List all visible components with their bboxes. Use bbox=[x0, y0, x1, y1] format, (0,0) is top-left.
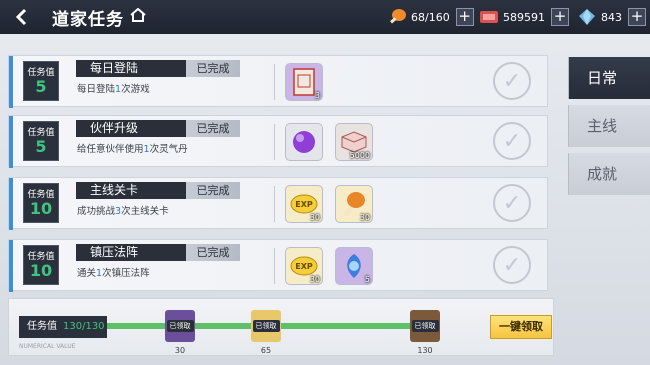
reward-count: 5 bbox=[364, 275, 370, 284]
reward-slot[interactable]: 5000 bbox=[335, 123, 373, 161]
purple-orb-icon bbox=[293, 131, 315, 153]
page-title: 道家任务 bbox=[52, 9, 124, 30]
task-description: 成功挑战3次主线关卡 bbox=[77, 206, 169, 217]
drumstick-icon bbox=[386, 6, 408, 28]
task-row: 任务值 10 镇压法阵 已完成 通关1次镇压法阵 EXP 30 5 ✓ bbox=[8, 239, 548, 292]
svg-text:EXP: EXP bbox=[295, 200, 313, 209]
task-name: 镇压法阵 bbox=[76, 244, 186, 261]
task-value-number: 10 bbox=[29, 199, 53, 218]
milestone-tag: 已领取 bbox=[252, 320, 280, 332]
progress-panel: 任务值 130/130 NUMERICAL VALUE 已领取 30 已领取 65… bbox=[8, 298, 554, 356]
milestone-tag: 已领取 bbox=[411, 320, 439, 332]
milestone-chest[interactable]: 已领取 bbox=[410, 310, 440, 342]
chevron-left-icon bbox=[15, 8, 27, 26]
reward-count: 30 bbox=[309, 213, 320, 222]
milestone-tag: 已领取 bbox=[166, 320, 194, 332]
task-status: 已完成 bbox=[186, 182, 240, 199]
tab-daily[interactable]: 日常 bbox=[568, 57, 650, 99]
completed-check-icon: ✓ bbox=[493, 62, 531, 100]
stamina-resource: 68/160 + bbox=[386, 5, 474, 29]
reward-slot[interactable]: 5 bbox=[335, 247, 373, 285]
reward-count: 30 bbox=[359, 213, 370, 222]
task-status: 已完成 bbox=[186, 60, 240, 77]
home-icon[interactable] bbox=[130, 7, 146, 26]
divider bbox=[274, 248, 275, 284]
top-bar: 道家任务 68/160 + 589591 + 843 + bbox=[0, 0, 650, 34]
task-value-badge: 任务值 5 bbox=[23, 61, 59, 101]
task-accent bbox=[9, 240, 13, 292]
completed-check-icon: ✓ bbox=[493, 122, 531, 160]
reward-slot[interactable]: EXP 30 bbox=[285, 247, 323, 285]
reward-slot[interactable]: 3 bbox=[285, 63, 323, 101]
task-value-number: 10 bbox=[29, 261, 53, 280]
task-row: 任务值 5 伙伴升级 已完成 给任意伙伴使用1次灵气丹 5000 ✓ bbox=[8, 115, 548, 168]
task-description: 每日登陆1次游戏 bbox=[77, 84, 150, 95]
milestone-chest[interactable]: 已领取 bbox=[251, 310, 281, 342]
add-currency-button[interactable]: + bbox=[551, 8, 569, 26]
task-status: 已完成 bbox=[186, 244, 240, 261]
reward-count: 5000 bbox=[349, 151, 370, 160]
completed-check-icon: ✓ bbox=[493, 184, 531, 222]
red-envelope-icon bbox=[478, 6, 500, 28]
task-value-badge: 任务值 5 bbox=[23, 121, 59, 161]
crystal-resource: 843 + bbox=[576, 5, 646, 29]
milestone-number: 130 bbox=[417, 346, 433, 355]
crystal-icon bbox=[576, 6, 598, 28]
tab-achievement[interactable]: 成就 bbox=[568, 153, 650, 195]
reward-slot[interactable]: EXP 30 bbox=[285, 185, 323, 223]
progress-label: 任务值 130/130 bbox=[19, 316, 107, 338]
task-row: 任务值 5 每日登陆 已完成 每日登陆1次游戏 3 ✓ bbox=[8, 55, 548, 108]
reward-count: 3 bbox=[314, 91, 320, 100]
currency-value: 589591 bbox=[503, 10, 545, 24]
milestone-chest[interactable]: 已领取 bbox=[165, 310, 195, 342]
reward-count: 30 bbox=[309, 275, 320, 284]
task-value-badge: 任务值 10 bbox=[23, 183, 59, 223]
add-stamina-button[interactable]: + bbox=[455, 8, 474, 26]
task-name: 主线关卡 bbox=[76, 182, 186, 199]
task-value-number: 5 bbox=[35, 137, 47, 156]
add-crystal-button[interactable]: + bbox=[628, 8, 646, 26]
task-accent bbox=[9, 178, 13, 230]
task-name: 伙伴升级 bbox=[76, 120, 186, 137]
scroll-card-icon bbox=[293, 68, 315, 96]
task-accent bbox=[9, 116, 13, 168]
task-description: 给任意伙伴使用1次灵气丹 bbox=[77, 144, 188, 155]
blue-spirit-icon bbox=[347, 254, 361, 278]
completed-check-icon: ✓ bbox=[493, 246, 531, 284]
svg-text:EXP: EXP bbox=[295, 262, 313, 271]
task-name: 每日登陆 bbox=[76, 60, 186, 77]
divider bbox=[274, 124, 275, 160]
divider bbox=[274, 186, 275, 222]
task-value-badge: 任务值 10 bbox=[23, 245, 59, 285]
progress-value: 130/130 bbox=[63, 321, 105, 332]
exp-icon: EXP bbox=[290, 256, 318, 276]
claim-all-button[interactable]: 一键领取 bbox=[490, 315, 552, 339]
exp-icon: EXP bbox=[290, 194, 318, 214]
progress-sublabel: NUMERICAL VALUE bbox=[19, 343, 76, 350]
divider bbox=[274, 64, 275, 100]
reward-slot[interactable]: 30 bbox=[335, 185, 373, 223]
task-row: 任务值 10 主线关卡 已完成 成功挑战3次主线关卡 EXP 30 30 ✓ bbox=[8, 177, 548, 230]
milestone-number: 65 bbox=[260, 346, 272, 355]
milestone-number: 30 bbox=[174, 346, 186, 355]
task-description: 通关1次镇压法阵 bbox=[77, 268, 150, 279]
task-accent bbox=[9, 56, 13, 108]
crystal-value: 843 bbox=[601, 10, 622, 24]
reward-slot[interactable] bbox=[285, 123, 323, 161]
task-status: 已完成 bbox=[186, 120, 240, 137]
task-value-number: 5 bbox=[35, 77, 47, 96]
tab-main[interactable]: 主线 bbox=[568, 105, 650, 147]
back-button[interactable] bbox=[0, 0, 44, 34]
currency-resource: 589591 + bbox=[478, 5, 569, 29]
stamina-value: 68/160 bbox=[411, 10, 450, 24]
